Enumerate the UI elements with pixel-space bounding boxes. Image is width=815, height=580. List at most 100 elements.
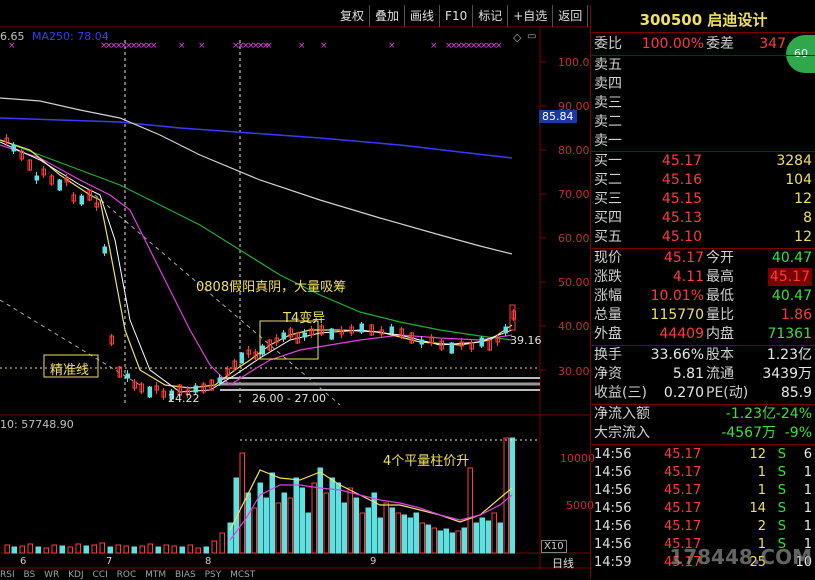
- candle-body: [359, 323, 364, 333]
- inner-value: 71361: [767, 326, 812, 342]
- ma120-line: [0, 97, 513, 255]
- volume-bar: [485, 520, 491, 554]
- float-label: 流通: [706, 366, 734, 382]
- sell2-label: 卖二: [594, 114, 622, 130]
- month-label: 7: [106, 556, 113, 567]
- weicha-label: 委差: [706, 36, 734, 52]
- trade-dir: S: [777, 519, 786, 534]
- trade-count: 6: [803, 447, 812, 462]
- change-value: 4.11: [672, 269, 704, 285]
- buy1-vol: 3284: [776, 153, 812, 169]
- buy1-price: 45.17: [661, 153, 702, 169]
- volume-bar: [171, 545, 177, 554]
- trade-qty: 12: [749, 447, 766, 462]
- stat-row: 外盘 44409 内盘 71361: [594, 325, 815, 343]
- stock-title: 300500 启迪设计: [591, 9, 815, 30]
- axis-mode-label[interactable]: 日线: [552, 555, 574, 571]
- volume-bar: [425, 524, 431, 554]
- volume-bar: [51, 544, 57, 554]
- volume-bar: [59, 545, 65, 554]
- marker-x: ×: [265, 41, 273, 51]
- trade-dir: S: [777, 501, 786, 516]
- ma-prefix: 6.65: [0, 30, 25, 43]
- month-label: 9: [370, 556, 377, 567]
- open-label: 今开: [706, 250, 734, 266]
- volume-bar: [83, 545, 89, 554]
- weibi-row: 委比 100.00% 委差 347: [594, 35, 815, 53]
- candle-body: [147, 386, 152, 398]
- overlay-button[interactable]: 叠加: [370, 5, 406, 27]
- volume-bar: [299, 487, 305, 554]
- stat-row: 现价 45.17 今开 40.47: [594, 249, 815, 267]
- buy2-vol: 104: [785, 172, 812, 188]
- trade-row: 14:56 45.17 12 S 6: [594, 446, 815, 463]
- trade-time: 14:56: [594, 537, 632, 552]
- volume-bar: [389, 507, 395, 554]
- nav-value: 5.81: [672, 366, 704, 382]
- volume-bar: [123, 545, 129, 554]
- sell1-row: 卖一: [594, 132, 815, 150]
- candle-body: [419, 339, 424, 345]
- candle-body: [479, 337, 484, 347]
- pe-label: PE(动): [706, 385, 749, 401]
- trade-price: 45.17: [664, 519, 702, 534]
- ma-legend: 6.65 MA250: 78.04: [0, 30, 109, 43]
- range-label-2: 26.00 - 27.00: [252, 392, 326, 405]
- add-watchlist-button[interactable]: +自选: [508, 5, 554, 27]
- flow-row: 净流入额 -1.23亿 -24%: [594, 405, 815, 423]
- volume-label: 总量: [594, 307, 622, 323]
- ma250-label: MA250: 78.04: [32, 30, 109, 43]
- diamond-icon[interactable]: ◇: [513, 31, 521, 44]
- marker-x: ×: [495, 41, 503, 51]
- trade-row: 14:56 45.17 14 S 1: [594, 500, 815, 517]
- volume-bar: [27, 543, 33, 554]
- buy2-row: 买二 45.16 104: [594, 171, 815, 189]
- volume-value: 115770: [650, 307, 704, 323]
- collapse-icon[interactable]: ▭: [527, 31, 536, 42]
- f10-button[interactable]: F10: [440, 5, 474, 27]
- trade-price: 45.17: [664, 447, 702, 462]
- sell1-label: 卖一: [594, 133, 622, 149]
- volume-bar: [365, 507, 371, 554]
- volume-bar: [195, 547, 201, 554]
- block-inflow-label: 大宗流入: [594, 425, 650, 441]
- fuquan-button[interactable]: 复权: [335, 5, 371, 27]
- volume-bar: [347, 487, 353, 554]
- buy3-label: 买三: [594, 191, 622, 207]
- trade-qty: 1: [757, 483, 766, 498]
- sell4-label: 卖四: [594, 76, 622, 92]
- volume-bar: [147, 543, 153, 554]
- low-label: 最低: [706, 288, 734, 304]
- month-label: 6: [20, 556, 27, 567]
- volume-bar: [323, 492, 329, 554]
- draw-line-button[interactable]: 画线: [405, 5, 441, 27]
- toolbar: 复权 叠加 画线 F10 标记 +自选 返回: [335, 5, 589, 27]
- trade-time: 14:56: [594, 483, 632, 498]
- volume-bar: [203, 546, 209, 554]
- volume-bar: [443, 528, 449, 554]
- candle-body: [57, 179, 62, 191]
- low-value: 40.47: [771, 288, 812, 304]
- volume-bar: [99, 542, 105, 554]
- mark-button[interactable]: 标记: [473, 5, 509, 27]
- volume-bar: [251, 507, 257, 554]
- buy1-row: 买一 45.17 3284: [594, 152, 815, 170]
- sell3-row: 卖三: [594, 94, 815, 112]
- outer-value: 44409: [659, 326, 704, 342]
- volume-bar: [383, 502, 389, 554]
- buy4-vol: 8: [803, 210, 812, 226]
- trade-price: 45.17: [664, 483, 702, 498]
- volume-bar: [341, 502, 347, 554]
- volume-bar: [467, 467, 473, 554]
- vol-ratio-label: 量比: [706, 307, 734, 323]
- net-inflow-label: 净流入额: [594, 406, 650, 422]
- marker-x: ×: [320, 41, 328, 51]
- stock-code: 300500: [639, 11, 703, 29]
- buy2-price: 45.16: [661, 172, 702, 188]
- eps-value: 0.270: [663, 385, 704, 401]
- volume-bar: [187, 544, 193, 554]
- stat-row: 涨跌 4.11 最高 45.17: [594, 268, 815, 286]
- back-button[interactable]: 返回: [553, 5, 589, 27]
- buy5-vol: 12: [794, 229, 812, 245]
- volume-bar: [19, 545, 25, 554]
